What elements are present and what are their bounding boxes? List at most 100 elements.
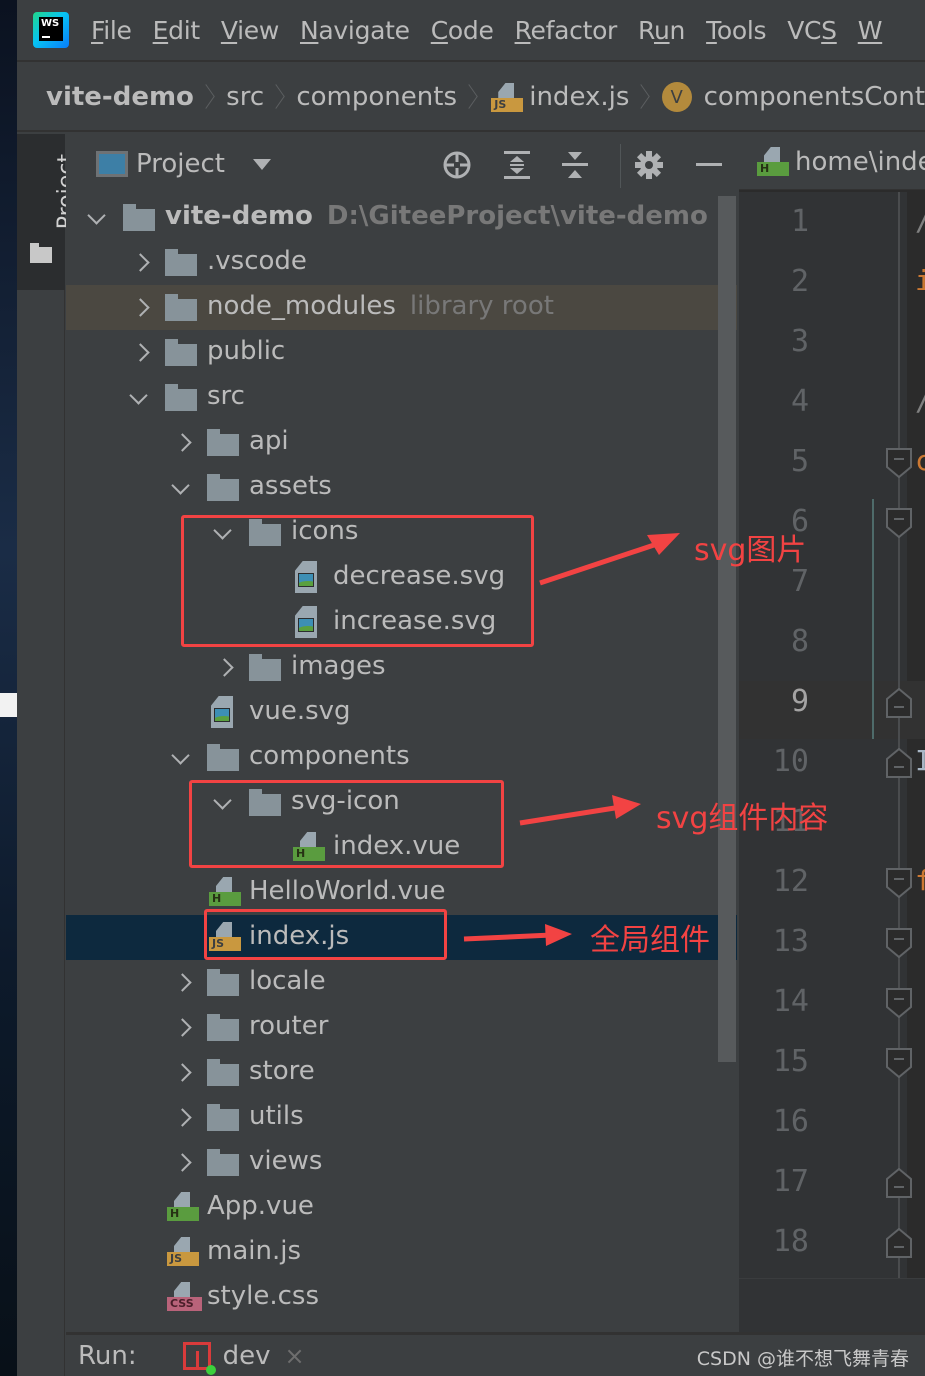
breadcrumb-item[interactable]: VcomponentsCont <box>661 82 925 112</box>
tree-item-locale[interactable]: locale <box>66 960 737 1005</box>
tree-item-vite-demo[interactable]: vite-demo D:\GiteeProject\vite-demo <box>66 195 737 240</box>
menu-item-refactor[interactable]: Refactor <box>515 16 618 45</box>
tree-scrollbar[interactable] <box>718 196 736 1062</box>
code-text[interactable]: / <box>915 204 925 237</box>
project-panel: Project vite-demo D:\GiteeProject\vite-de… <box>66 134 737 1332</box>
run-config-tab[interactable]: dev <box>223 1341 271 1371</box>
chevron-down-icon[interactable] <box>130 391 146 407</box>
editor-tab-label: home\inde <box>795 146 925 177</box>
menu-item-file[interactable]: File <box>91 16 132 45</box>
tree-item-vue-svg[interactable]: vue.svg <box>66 690 737 735</box>
fold-end-icon[interactable] <box>886 1228 912 1258</box>
code-text[interactable]: c <box>915 444 925 477</box>
project-panel-header: Project <box>66 134 737 194</box>
line-number: 17 <box>772 1164 809 1199</box>
tree-item-components[interactable]: components <box>66 735 737 780</box>
folder-icon <box>207 1014 239 1041</box>
folder-icon <box>207 474 239 501</box>
chevron-right-icon[interactable] <box>176 1154 192 1170</box>
fold-end-icon[interactable] <box>886 688 912 718</box>
tree-item-src[interactable]: src <box>66 375 737 420</box>
breadcrumb-label: src <box>226 82 265 112</box>
fold-collapse-icon[interactable] <box>886 868 912 898</box>
menu-item-edit[interactable]: Edit <box>153 16 201 45</box>
code-text[interactable]: i <box>915 264 925 297</box>
collapse-all-icon[interactable] <box>558 148 592 182</box>
fold-collapse-icon[interactable] <box>886 508 912 538</box>
fold-collapse-icon[interactable] <box>886 928 912 958</box>
expand-all-icon[interactable] <box>500 148 534 182</box>
project-view-selector[interactable]: Project <box>136 149 225 179</box>
tree-item-label: utils <box>249 1101 304 1131</box>
desktop-background <box>0 0 17 1376</box>
tree-item-store[interactable]: store <box>66 1050 737 1095</box>
tree-item-views[interactable]: views <box>66 1140 737 1185</box>
tree-item-utils[interactable]: utils <box>66 1095 737 1140</box>
chevron-right-icon[interactable] <box>176 974 192 990</box>
fold-end-icon[interactable] <box>886 1168 912 1198</box>
menu-item-view[interactable]: View <box>221 16 279 45</box>
tree-item-vscode[interactable]: .vscode <box>66 240 737 285</box>
line-number: 15 <box>772 1044 809 1079</box>
code-text[interactable]: / <box>915 384 925 417</box>
tree-item-label: router <box>249 1011 329 1041</box>
fold-collapse-icon[interactable] <box>886 988 912 1018</box>
chevron-right-icon[interactable] <box>218 659 234 675</box>
chevron-down-icon[interactable] <box>88 211 104 227</box>
chevron-right-icon[interactable] <box>134 299 150 315</box>
folder-icon <box>165 339 197 366</box>
chevron-down-icon[interactable] <box>172 751 188 767</box>
breadcrumb-item[interactable]: src <box>226 82 264 112</box>
tree-item-label: store <box>249 1056 315 1086</box>
tree-item-main-js[interactable]: JS main.js <box>66 1230 737 1275</box>
chevron-right-icon[interactable] <box>176 434 192 450</box>
editor-tab[interactable]: H home\inde <box>755 143 925 181</box>
chevron-right-icon[interactable] <box>134 254 150 270</box>
tree-item-hint: D:\GiteeProject\vite-demo <box>326 201 708 231</box>
chevron-down-icon[interactable] <box>252 158 271 170</box>
locate-icon[interactable] <box>440 148 474 182</box>
tree-item-node-modules[interactable]: node_modules library root <box>66 285 737 330</box>
tree-item-api[interactable]: api <box>66 420 737 465</box>
close-icon[interactable]: × <box>285 1342 305 1370</box>
breadcrumb-item[interactable]: components <box>296 82 457 112</box>
chevron-right-icon[interactable] <box>176 1109 192 1125</box>
js-file-icon: JS <box>165 1237 199 1266</box>
tree-item-label: node_modules library root <box>207 291 554 321</box>
gear-icon[interactable] <box>632 148 666 182</box>
menu-item-vcs[interactable]: VCS <box>787 16 837 45</box>
hide-panel-icon[interactable] <box>692 148 726 182</box>
code-text[interactable]: I <box>915 744 925 777</box>
line-number: 8 <box>790 624 809 659</box>
chevron-right-icon[interactable] <box>176 1019 192 1035</box>
tree-item-app-vue[interactable]: H App.vue <box>66 1185 737 1230</box>
chevron-down-icon[interactable] <box>172 481 188 497</box>
fold-end-icon[interactable] <box>886 748 912 778</box>
code-text[interactable]: f <box>915 864 925 897</box>
breadcrumb-label: index.js <box>529 82 630 112</box>
breadcrumb-item[interactable]: vite-demo <box>46 82 194 112</box>
menu-item-navigate[interactable]: Navigate <box>300 16 410 45</box>
tree-item-assets[interactable]: assets <box>66 465 737 510</box>
project-tool-tab[interactable]: Project <box>17 134 79 290</box>
breadcrumb-item[interactable]: JS index.js <box>489 77 629 117</box>
line-number: 9 <box>790 684 809 719</box>
folder-icon <box>249 654 281 681</box>
menu-item-tools[interactable]: Tools <box>706 16 766 45</box>
fold-collapse-icon[interactable] <box>886 448 912 478</box>
tree-item-label: api <box>249 426 289 456</box>
breadcrumb-label: components <box>296 82 457 112</box>
tree-item-public[interactable]: public <box>66 330 737 375</box>
chevron-right-icon[interactable] <box>176 1064 192 1080</box>
webstorm-logo-icon[interactable]: WS <box>33 12 69 48</box>
tree-item-images[interactable]: images <box>66 645 737 690</box>
menu-item-w[interactable]: W <box>858 16 883 45</box>
chevron-right-icon[interactable] <box>134 344 150 360</box>
line-number: 2 <box>790 264 809 299</box>
folder-icon <box>165 384 197 411</box>
menu-item-run[interactable]: Run <box>638 16 685 45</box>
tree-item-router[interactable]: router <box>66 1005 737 1050</box>
tree-item-style-css[interactable]: CSS style.css <box>66 1275 737 1320</box>
menu-item-code[interactable]: Code <box>431 16 494 45</box>
fold-collapse-icon[interactable] <box>886 1048 912 1078</box>
